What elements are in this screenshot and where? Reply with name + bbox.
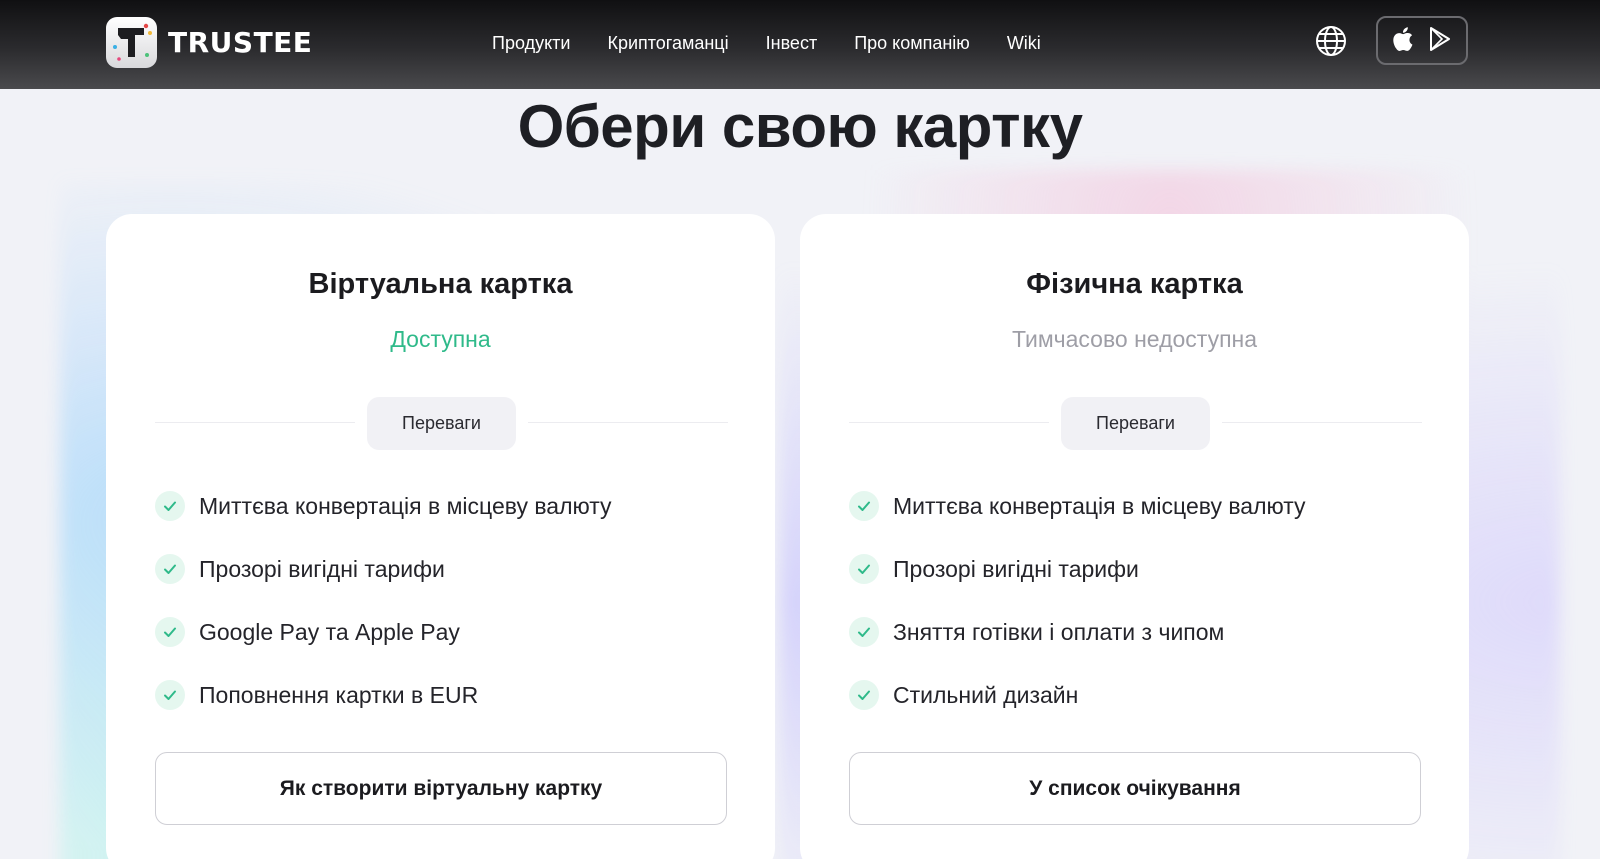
page-title: Обери свою картку — [517, 93, 1083, 160]
card-title: Віртуальна картка — [308, 268, 573, 300]
benefits-badge: Переваги — [1061, 397, 1210, 450]
trustee-logo-icon — [106, 16, 157, 68]
check-icon — [849, 680, 879, 710]
divider — [155, 422, 355, 423]
feature-text: Прозорі вигідні тарифи — [893, 555, 1139, 582]
feature-item: Прозорі вигідні тарифи — [849, 554, 1429, 584]
divider — [1222, 422, 1422, 423]
nav-item-invest[interactable]: Інвест — [766, 30, 818, 56]
feature-text: Зняття готівки і оплати з чипом — [893, 618, 1225, 645]
join-waitlist-button[interactable]: У список очікування — [849, 752, 1421, 825]
virtual-card-panel: Віртуальна картка Доступна Переваги Митт… — [106, 214, 775, 859]
check-icon — [155, 617, 185, 647]
app-store-links[interactable] — [1376, 16, 1468, 65]
nav-item-wiki[interactable]: Wiki — [1007, 30, 1041, 56]
brand-name: TRUSTEE — [168, 25, 313, 59]
feature-item: Зняття готівки і оплати з чипом — [849, 617, 1429, 647]
nav-item-crypto-wallets[interactable]: Криптогаманці — [607, 30, 728, 56]
feature-text: Стильний дизайн — [893, 681, 1079, 708]
feature-item: Стильний дизайн — [849, 680, 1429, 710]
availability-status: Тимчасово недоступна — [1011, 326, 1258, 352]
feature-text: Миттєва конвертація в місцеву валюту — [199, 492, 612, 519]
features-list: Миттєва конвертація в місцеву валюту Про… — [849, 491, 1429, 743]
nav-item-products[interactable]: Продукти — [492, 30, 570, 56]
check-icon — [155, 491, 185, 521]
check-icon — [155, 680, 185, 710]
features-list: Миттєва конвертація в місцеву валюту Про… — [155, 491, 735, 743]
feature-item: Google Pay та Apple Pay — [155, 617, 735, 647]
brand-logo[interactable]: TRUSTEE — [106, 16, 312, 68]
divider — [849, 422, 1049, 423]
feature-text: Поповнення картки в EUR — [199, 681, 479, 708]
create-virtual-card-button[interactable]: Як створити віртуальну картку — [155, 752, 727, 825]
physical-card-panel: Фізична картка Тимчасово недоступна Пере… — [800, 214, 1469, 859]
check-icon — [155, 554, 185, 584]
benefits-badge: Переваги — [367, 397, 516, 450]
globe-icon[interactable] — [1314, 24, 1348, 58]
check-icon — [849, 617, 879, 647]
main-nav: Продукти Криптогаманці Інвест Про компан… — [492, 30, 1078, 56]
feature-item: Поповнення картки в EUR — [155, 680, 735, 710]
feature-text: Прозорі вигідні тарифи — [199, 555, 445, 582]
top-navbar: TRUSTEE Продукти Криптогаманці Інвест Пр… — [0, 0, 1600, 89]
divider — [528, 422, 728, 423]
check-icon — [849, 491, 879, 521]
feature-item: Миттєва конвертація в місцеву валюту — [849, 491, 1429, 521]
card-title: Фізична картка — [1026, 268, 1243, 300]
check-icon — [849, 554, 879, 584]
feature-item: Миттєва конвертація в місцеву валюту — [155, 491, 735, 521]
google-play-icon[interactable] — [1429, 26, 1451, 55]
apple-icon[interactable] — [1393, 26, 1415, 56]
feature-text: Google Pay та Apple Pay — [199, 618, 460, 645]
nav-item-about[interactable]: Про компанію — [854, 30, 970, 56]
feature-text: Миттєва конвертація в місцеву валюту — [893, 492, 1306, 519]
feature-item: Прозорі вигідні тарифи — [155, 554, 735, 584]
availability-status: Доступна — [390, 326, 491, 352]
